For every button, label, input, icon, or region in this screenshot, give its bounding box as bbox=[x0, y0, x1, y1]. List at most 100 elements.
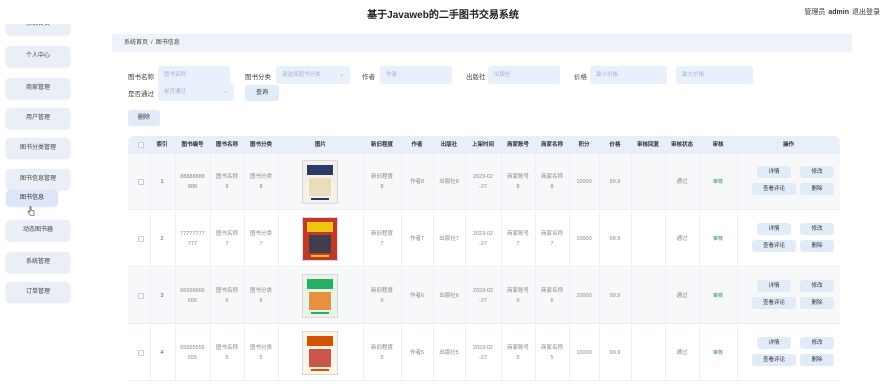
breadcrumb: 系统首页 / 图书信息 bbox=[112, 34, 852, 52]
cell-merchant-name-cont: 5 bbox=[550, 355, 554, 361]
cell-price: 99.9 bbox=[609, 350, 621, 356]
column-divider bbox=[210, 211, 211, 267]
column-divider bbox=[569, 325, 570, 381]
column-divider bbox=[210, 325, 211, 381]
sidebar-item-orders[interactable]: 订单管理 bbox=[6, 282, 70, 302]
cell-book-name-cont: 7 bbox=[225, 241, 229, 247]
logout-link[interactable]: 退出登录 bbox=[852, 9, 880, 16]
delete-button[interactable]: 删除 bbox=[800, 354, 834, 366]
approved-select[interactable]: 是否通过 ⌄ bbox=[158, 83, 234, 101]
detail-button[interactable]: 详情 bbox=[757, 223, 791, 235]
sidebar-item-profile[interactable]: 个人中心 bbox=[6, 46, 70, 66]
book-name-input[interactable]: 图书名称 bbox=[158, 66, 230, 84]
column-divider bbox=[401, 268, 402, 324]
column-divider bbox=[737, 325, 738, 381]
audit-link[interactable]: 审核 bbox=[699, 178, 737, 187]
cell-publisher: 出版社7 bbox=[439, 236, 459, 242]
cell-merchant-account-cont: 5 bbox=[516, 355, 520, 361]
column-divider bbox=[501, 325, 502, 381]
query-button[interactable]: 查询 bbox=[245, 85, 279, 101]
sidebar-item-book-info-manage[interactable]: 图书信息管理 bbox=[6, 169, 70, 189]
column-divider bbox=[244, 211, 245, 267]
top-header: 基于Javaweb的二手图书交易系统 管理员 admin 退出登录 bbox=[0, 0, 886, 24]
audit-link[interactable]: 审核 bbox=[699, 349, 737, 358]
column-divider bbox=[665, 211, 666, 267]
cell-merchant-account-cont: 6 bbox=[516, 298, 520, 304]
cell-index: 4 bbox=[160, 350, 164, 356]
author-input[interactable]: 作者 bbox=[380, 66, 452, 84]
col-publisher: 出版社 bbox=[440, 142, 458, 148]
sidebar-item-users[interactable]: 用户管理 bbox=[6, 108, 70, 128]
cell-index: 2 bbox=[160, 236, 164, 242]
breadcrumb-home[interactable]: 系统首页 bbox=[124, 40, 148, 46]
column-divider bbox=[631, 268, 632, 324]
detail-button[interactable]: 详情 bbox=[757, 280, 791, 292]
edit-button[interactable]: 修改 bbox=[800, 337, 834, 349]
column-divider bbox=[631, 154, 632, 210]
sidebar-item-merchants[interactable]: 商家管理 bbox=[6, 78, 70, 98]
cell-points: 10000 bbox=[576, 350, 592, 356]
view-comments-button[interactable]: 查看评论 bbox=[752, 354, 796, 366]
table-header: 索引 图书编号 图书名称 图书分类 图片 新旧程度 作者 出版社 上架时间 商家… bbox=[128, 136, 840, 154]
sidebar-item-book-category[interactable]: 图书分类管理 bbox=[6, 138, 70, 158]
edit-button[interactable]: 修改 bbox=[800, 166, 834, 178]
cell-merchant-account: 商家账号 bbox=[506, 345, 529, 351]
audit-link[interactable]: 审核 bbox=[699, 292, 737, 301]
cell-condition-cont: 8 bbox=[380, 184, 384, 190]
column-divider bbox=[631, 325, 632, 381]
edit-button[interactable]: 修改 bbox=[800, 280, 834, 292]
cell-list-date-cont: -27 bbox=[479, 184, 487, 190]
edit-button[interactable]: 修改 bbox=[800, 223, 834, 235]
view-comments-button[interactable]: 查看评论 bbox=[752, 240, 796, 252]
cell-list-date: 2023-02 bbox=[472, 231, 494, 237]
price-label: 价格 bbox=[574, 74, 587, 81]
delete-button[interactable]: 删除 bbox=[800, 297, 834, 309]
cell-list-date: 2023-02 bbox=[472, 288, 494, 294]
col-audit: 审核 bbox=[712, 142, 724, 148]
column-divider bbox=[278, 268, 279, 324]
row-checkbox[interactable] bbox=[138, 293, 144, 299]
row-checkbox[interactable] bbox=[138, 236, 144, 242]
cell-merchant-name: 商家名称 bbox=[540, 288, 563, 294]
delete-selected-button[interactable]: 删除 bbox=[128, 110, 160, 126]
sidebar-item-dynamic[interactable]: 动态图书器 bbox=[6, 220, 70, 240]
detail-button[interactable]: 详情 bbox=[757, 166, 791, 178]
cell-book-name: 图书名称 bbox=[215, 174, 238, 180]
row-checkbox[interactable] bbox=[138, 179, 144, 185]
detail-button[interactable]: 详情 bbox=[757, 337, 791, 349]
audit-link[interactable]: 审核 bbox=[699, 235, 737, 244]
select-all-checkbox[interactable] bbox=[138, 142, 144, 148]
cell-merchant-name-cont: 8 bbox=[550, 184, 554, 190]
view-comments-button[interactable]: 查看评论 bbox=[752, 297, 796, 309]
column-divider bbox=[599, 325, 600, 381]
col-audit-reply: 审核回复 bbox=[636, 142, 659, 148]
publisher-label: 出版社 bbox=[466, 74, 486, 81]
column-divider bbox=[150, 268, 151, 324]
category-select[interactable]: 请选择图书分类 ⌄ bbox=[276, 66, 350, 84]
view-comments-button[interactable]: 查看评论 bbox=[752, 183, 796, 195]
hand-cursor-icon bbox=[27, 206, 35, 216]
delete-button[interactable]: 删除 bbox=[800, 240, 834, 252]
admin-area: 管理员 admin 退出登录 bbox=[804, 7, 880, 17]
delete-button[interactable]: 删除 bbox=[800, 183, 834, 195]
cell-price: 99.9 bbox=[609, 236, 621, 242]
publisher-input[interactable]: 出版社 bbox=[488, 66, 560, 84]
col-actions: 操作 bbox=[782, 142, 794, 148]
sidebar-item-system[interactable]: 系统管理 bbox=[6, 252, 70, 272]
sidebar-item-book-info[interactable]: 图书信息 bbox=[6, 190, 58, 206]
cell-merchant-account: 商家账号 bbox=[506, 288, 529, 294]
col-image: 图片 bbox=[314, 142, 326, 148]
column-divider bbox=[501, 211, 502, 267]
cell-list-date-cont: -27 bbox=[479, 241, 487, 247]
cell-book-name: 图书名称 bbox=[215, 288, 238, 294]
column-divider bbox=[244, 325, 245, 381]
cell-points: 10000 bbox=[576, 293, 592, 299]
column-divider bbox=[150, 325, 151, 381]
price-max-input[interactable]: 最大价格 bbox=[676, 66, 753, 84]
column-divider bbox=[569, 268, 570, 324]
cell-publisher: 出版社5 bbox=[439, 350, 459, 356]
row-checkbox[interactable] bbox=[138, 350, 144, 356]
price-min-input[interactable]: 最小价格 bbox=[590, 66, 667, 84]
column-divider bbox=[465, 211, 466, 267]
column-divider bbox=[175, 154, 176, 210]
